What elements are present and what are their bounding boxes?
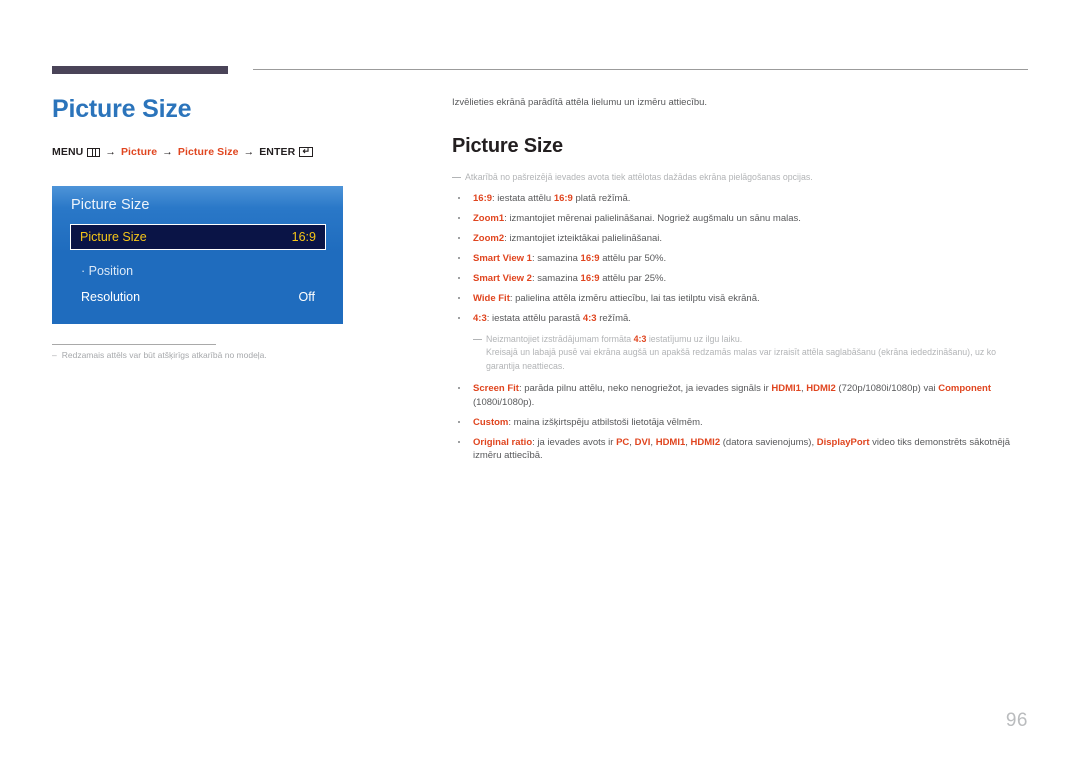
bullet-dot-icon: [458, 217, 461, 220]
right-column: Izvēlieties ekrānā parādītā attēla lielu…: [452, 96, 1030, 469]
option-item-text: 4:3: iestata attēlu parastā 4:3 režīmā.: [473, 313, 631, 324]
option-item-ratio-16-9: 16:9: iestata attēlu 16:9 platā režīmā.: [452, 192, 1030, 206]
left-column: Picture Size MENU → Picture → Picture Si…: [52, 94, 422, 158]
bullet-dot-icon: [458, 317, 461, 320]
breadcrumb-item-picture-size[interactable]: Picture Size: [178, 146, 239, 158]
osd-row-label: Resolution: [81, 290, 141, 304]
osd-row-label: · Position: [81, 264, 134, 278]
bullet-dot-icon: [458, 420, 461, 423]
option-item-text: Zoom2: izmantojiet izteiktākai palielinā…: [473, 233, 663, 244]
menu-grid-icon: [87, 147, 101, 157]
osd-row-label: Picture Size: [80, 230, 147, 244]
breadcrumb-arrow-2: →: [162, 146, 173, 158]
option-item-text: Custom: maina izšķirtspēju atbilstoši li…: [473, 416, 703, 428]
option-item-wide-fit: Wide Fit: palielina attēla izmēru attiec…: [452, 292, 1030, 306]
picture-size-options-list-1: 16:9: iestata attēlu 16:9 platā režīmā. Z…: [452, 192, 1030, 326]
page-title-left: Picture Size: [52, 95, 192, 123]
header-rule-area: [0, 0, 1080, 90]
enter-return-icon: ↵: [299, 146, 314, 157]
left-footnote-text: Redzamais attēls var būt atšķirīgs atkar…: [61, 350, 267, 360]
option-item-ratio-4-3: 4:3: iestata attēlu parastā 4:3 režīmā.: [452, 312, 1030, 326]
option-item-text: 16:9: iestata attēlu 16:9 platā režīmā.: [473, 193, 631, 204]
osd-title: Picture Size: [71, 197, 150, 213]
left-footnote-divider: [52, 344, 216, 345]
bullet-dot-icon: [458, 387, 461, 390]
osd-row-value: 16:9: [291, 230, 316, 244]
bullet-dot-icon: [458, 237, 461, 240]
bullet-dot-icon: [458, 297, 461, 300]
option-item-original-ratio: Original ratio: ja ievades avots ir PC, …: [452, 436, 1030, 463]
ratio-4-3-subnote-line1: Neizmantojiet izstrādājumam formāta 4:3 …: [486, 333, 743, 344]
section-title: Picture Size: [452, 135, 563, 157]
option-item-text: Wide Fit: palielina attēla izmēru attiec…: [473, 293, 760, 304]
intro-text: Izvēlieties ekrānā parādītā attēla lielu…: [452, 97, 708, 108]
breadcrumb-item-picture[interactable]: Picture: [121, 146, 157, 158]
osd-row-position[interactable]: · Position: [70, 258, 326, 284]
left-footnote-dash: –: [52, 350, 57, 360]
option-item-text: Zoom1: izmantojiet mērenai palielināšana…: [473, 213, 801, 224]
option-item-text: Screen Fit: parāda pilnu attēlu, neko ne…: [473, 383, 992, 408]
option-item-text: Smart View 1: samazina 16:9 attēlu par 5…: [473, 253, 667, 264]
option-item-custom: Custom: maina izšķirtspēju atbilstoši li…: [452, 416, 1030, 430]
note-dash-icon: [452, 177, 461, 178]
section-note-text: Atkarībā no pašreizējā ievades avota tie…: [465, 172, 813, 182]
breadcrumb: MENU → Picture → Picture Size → ENTER ↵: [52, 146, 422, 158]
option-item-zoom1: Zoom1: izmantojiet mērenai palielināšana…: [452, 212, 1030, 226]
ratio-4-3-subnote-line2: Kreisajā un labajā pusē vai ekrāna augšā…: [486, 347, 997, 371]
section-note: Atkarībā no pašreizējā ievades avota tie…: [452, 171, 1030, 184]
breadcrumb-arrow-3: →: [243, 146, 255, 158]
enter-return-glyph: ↵: [302, 146, 311, 156]
breadcrumb-menu-label: MENU: [52, 146, 84, 158]
osd-preview: Picture Size Picture Size 16:9 · Positio…: [52, 186, 343, 324]
osd-row-picture-size[interactable]: Picture Size 16:9: [70, 224, 326, 250]
option-item-zoom2: Zoom2: izmantojiet izteiktākai palielinā…: [452, 232, 1030, 246]
option-item-smart-view-2: Smart View 2: samazina 16:9 attēlu par 2…: [452, 272, 1030, 286]
option-item-smart-view-1: Smart View 1: samazina 16:9 attēlu par 5…: [452, 252, 1030, 266]
option-item-text: Original ratio: ja ievades avots ir PC, …: [473, 436, 1010, 462]
bullet-dot-icon: [458, 440, 461, 443]
left-footnote: – Redzamais attēls var būt atšķirīgs atk…: [52, 349, 382, 362]
option-item-text: Smart View 2: samazina 16:9 attēlu par 2…: [473, 273, 667, 284]
page-number: 96: [1005, 710, 1028, 731]
breadcrumb-arrow-1: →: [105, 146, 116, 158]
header-thin-rule: [253, 69, 1028, 70]
header-accent-bar: [52, 66, 228, 74]
ratio-4-3-subnote: Neizmantojiet izstrādājumam formāta 4:3 …: [473, 333, 1030, 374]
breadcrumb-enter-label: ENTER: [259, 146, 296, 158]
option-item-screen-fit: Screen Fit: parāda pilnu attēlu, neko ne…: [452, 382, 1030, 409]
osd-row-value: Off: [298, 290, 315, 304]
bullet-dot-icon: [458, 197, 461, 200]
osd-row-resolution[interactable]: Resolution Off: [70, 284, 326, 310]
note-dash-icon: [473, 338, 482, 340]
bullet-dot-icon: [458, 257, 461, 260]
picture-size-options-list-2: Screen Fit: parāda pilnu attēlu, neko ne…: [452, 382, 1030, 463]
bullet-dot-icon: [458, 277, 461, 280]
